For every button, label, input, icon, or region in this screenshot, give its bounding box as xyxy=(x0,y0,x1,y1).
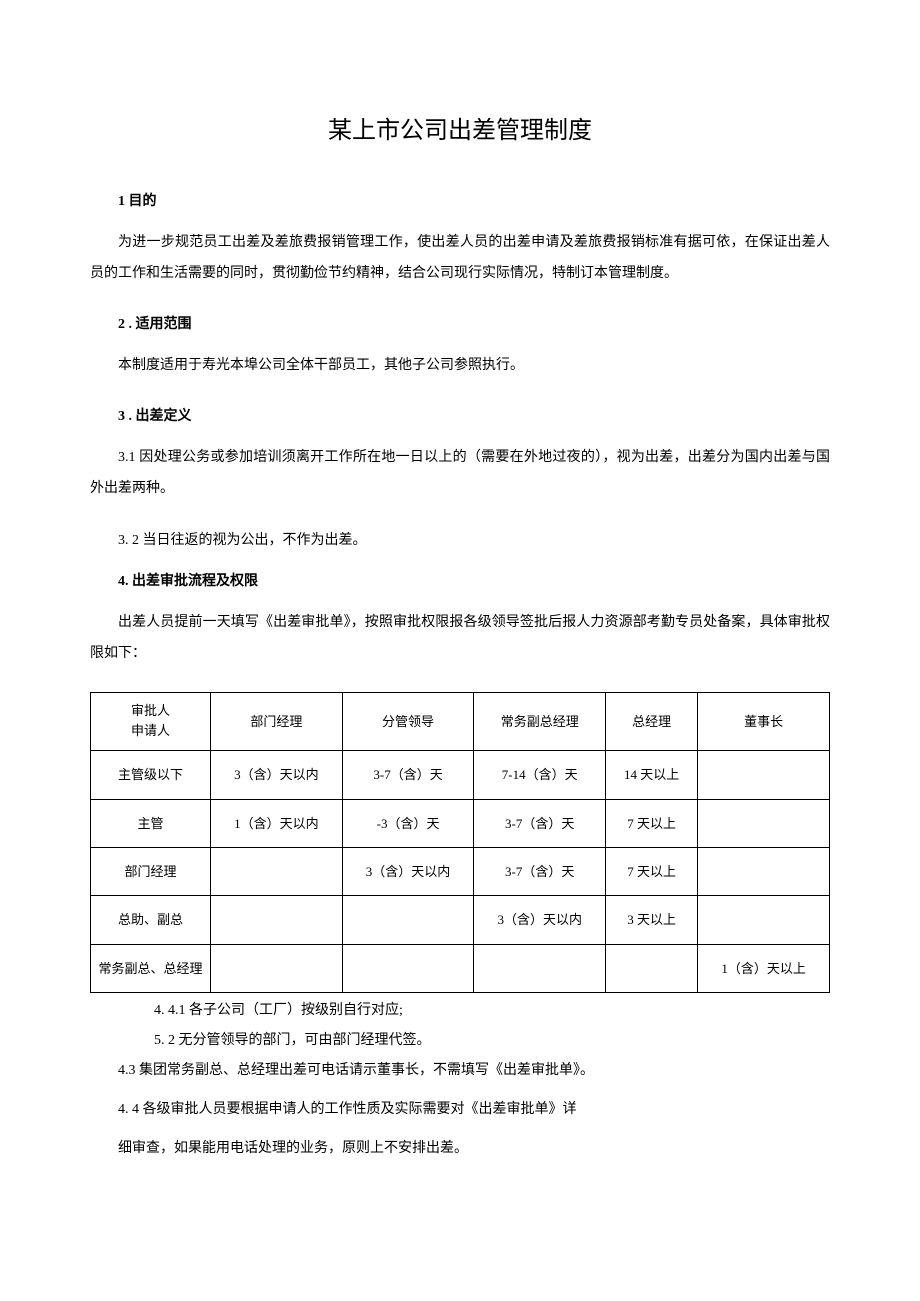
section-3-1-paragraph: 3.1 因处理公务或参加培训须离开工作所在地一日以上的（需要在外地过夜的），视为… xyxy=(90,443,830,505)
table-cell xyxy=(606,944,698,992)
table-cell xyxy=(698,847,830,895)
document-title: 某上市公司出差管理制度 xyxy=(90,110,830,153)
table-row: 主管级以下 3（含）天以内 3-7（含）天 7-14（含）天 14 天以上 xyxy=(91,751,830,799)
note-5-2: 5. 2 无分管领导的部门，可由部门经理代签。 xyxy=(90,1027,830,1055)
table-cell: 1（含）天以内 xyxy=(211,799,343,847)
table-cell xyxy=(342,944,474,992)
table-cell: 3 天以上 xyxy=(606,896,698,944)
table-cell: 14 天以上 xyxy=(606,751,698,799)
section-1-heading: 1 目的 xyxy=(90,189,830,214)
section-3-heading: 3 . 出差定义 xyxy=(90,404,830,429)
table-cell: 3-7（含）天 xyxy=(474,847,606,895)
table-cell: 7 天以上 xyxy=(606,847,698,895)
table-cell: 3-7（含）天 xyxy=(474,799,606,847)
table-header-c6: 董事长 xyxy=(698,692,830,751)
table-cell: 3（含）天以内 xyxy=(342,847,474,895)
table-cell: 7 天以上 xyxy=(606,799,698,847)
table-cell: 3（含）天以内 xyxy=(211,751,343,799)
section-1-paragraph: 为进一步规范员工出差及差旅费报销管理工作，使出差人员的出差申请及差旅费报销标准有… xyxy=(90,228,830,290)
table-cell: 3（含）天以内 xyxy=(474,896,606,944)
table-row: 部门经理 3（含）天以内 3-7（含）天 7 天以上 xyxy=(91,847,830,895)
section-4-heading: 4. 出差审批流程及权限 xyxy=(90,569,830,594)
table-row: 总助、副总 3（含）天以内 3 天以上 xyxy=(91,896,830,944)
table-cell xyxy=(211,944,343,992)
table-header-split: 审批人 申请人 xyxy=(91,692,211,751)
table-cell: 总助、副总 xyxy=(91,896,211,944)
table-cell: 常务副总、总经理 xyxy=(91,944,211,992)
table-cell: 部门经理 xyxy=(91,847,211,895)
note-4-3: 4.3 集团常务副总、总经理出差可电话请示董事长，不需填写《出差审批单》。 xyxy=(90,1057,830,1085)
table-header-c4: 常务副总经理 xyxy=(474,692,606,751)
table-cell: 主管 xyxy=(91,799,211,847)
table-cell xyxy=(698,751,830,799)
table-cell xyxy=(698,896,830,944)
header-split-bottom: 申请人 xyxy=(95,721,206,742)
table-cell xyxy=(474,944,606,992)
table-cell xyxy=(698,799,830,847)
table-cell: 7-14（含）天 xyxy=(474,751,606,799)
table-cell: -3（含）天 xyxy=(342,799,474,847)
table-header-c5: 总经理 xyxy=(606,692,698,751)
table-header-row: 审批人 申请人 部门经理 分管领导 常务副总经理 总经理 董事长 xyxy=(91,692,830,751)
note-4-4-b: 细审查，如果能用电话处理的业务，原则上不安排出差。 xyxy=(90,1134,830,1165)
table-cell: 1（含）天以上 xyxy=(698,944,830,992)
table-cell: 主管级以下 xyxy=(91,751,211,799)
table-cell xyxy=(211,847,343,895)
table-cell: 3-7（含）天 xyxy=(342,751,474,799)
table-cell xyxy=(342,896,474,944)
section-4-intro-paragraph: 出差人员提前一天填写《出差审批单》，按照审批权限报各级领导签批后报人力资源部考勤… xyxy=(90,608,830,670)
section-2-paragraph: 本制度适用于寿光本埠公司全体干部员工，其他子公司参照执行。 xyxy=(90,351,830,382)
table-header-c2: 部门经理 xyxy=(211,692,343,751)
table-row: 主管 1（含）天以内 -3（含）天 3-7（含）天 7 天以上 xyxy=(91,799,830,847)
note-4-4-a: 4. 4 各级审批人员要根据申请人的工作性质及实际需要对《出差审批单》详 xyxy=(90,1095,830,1126)
table-row: 常务副总、总经理 1（含）天以上 xyxy=(91,944,830,992)
table-cell xyxy=(211,896,343,944)
section-3-2-paragraph: 3. 2 当日往返的视为公出，不作为出差。 xyxy=(90,527,830,555)
approval-table: 审批人 申请人 部门经理 分管领导 常务副总经理 总经理 董事长 主管级以下 3… xyxy=(90,692,830,994)
section-2-heading: 2 . 适用范围 xyxy=(90,312,830,337)
note-4-1: 4. 4.1 各子公司（工厂）按级别自行对应; xyxy=(90,997,830,1025)
header-split-top: 审批人 xyxy=(95,701,206,722)
table-header-c3: 分管领导 xyxy=(342,692,474,751)
